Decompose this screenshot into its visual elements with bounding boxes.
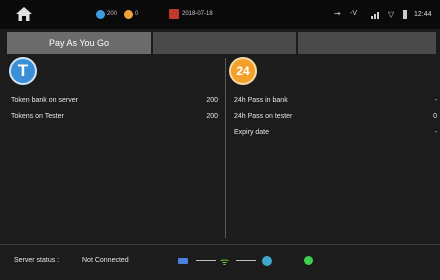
- token-icon: T: [9, 57, 37, 85]
- pass-in-bank-value: -: [434, 97, 437, 104]
- pass-on-tester-value: 0: [433, 113, 437, 120]
- server-status-value: Not Connected: [82, 257, 129, 264]
- signal-icon: [371, 12, 379, 19]
- tokens-on-tester-value: 200: [206, 113, 218, 120]
- tab-pay-as-you-go[interactable]: Pay As You Go: [7, 32, 151, 54]
- tokens-count: 200: [107, 11, 118, 17]
- passes-count: 0: [135, 11, 139, 17]
- tab-2[interactable]: [153, 32, 296, 54]
- token-bank-value: 200: [206, 97, 218, 104]
- wifi-connection-icon: ᯤ: [220, 257, 230, 268]
- usb-icon: ⇝: [334, 9, 341, 18]
- home-icon[interactable]: [16, 7, 32, 21]
- connection-status-icon[interactable]: [304, 256, 313, 265]
- status-date: 2018-07-18: [182, 11, 213, 17]
- tokens-on-tester-label: Tokens on Tester: [11, 113, 64, 120]
- connection-line: [236, 260, 256, 261]
- tester-device-icon: [178, 258, 188, 264]
- connection-line: [196, 260, 216, 261]
- calendar-icon: [169, 9, 179, 19]
- status-time: 12:44: [414, 11, 432, 18]
- server-status-label: Server status :: [14, 257, 60, 264]
- token-coin-icon: [96, 10, 105, 19]
- wifi-icon: ▽: [388, 10, 395, 19]
- tab-3[interactable]: [298, 32, 436, 54]
- panel-divider: [225, 58, 226, 238]
- 24h-pass-icon: 24: [229, 57, 257, 85]
- battery-icon: [403, 10, 407, 19]
- bottom-divider: [0, 244, 440, 245]
- status-bar: 200 0 2018-07-18 ⇝ -V ▽ 12:44: [0, 0, 440, 29]
- voltage-readout: -V: [350, 10, 357, 17]
- pass-coin-icon: [124, 10, 133, 19]
- token-bank-label: Token bank on server: [11, 97, 78, 104]
- globe-icon: [262, 256, 272, 266]
- pass-in-bank-label: 24h Pass in bank: [234, 97, 288, 104]
- expiry-date-label: Expiry date: [234, 129, 270, 136]
- pass-on-tester-label: 24h Pass on tester: [234, 113, 293, 120]
- expiry-date-value: -: [434, 129, 437, 136]
